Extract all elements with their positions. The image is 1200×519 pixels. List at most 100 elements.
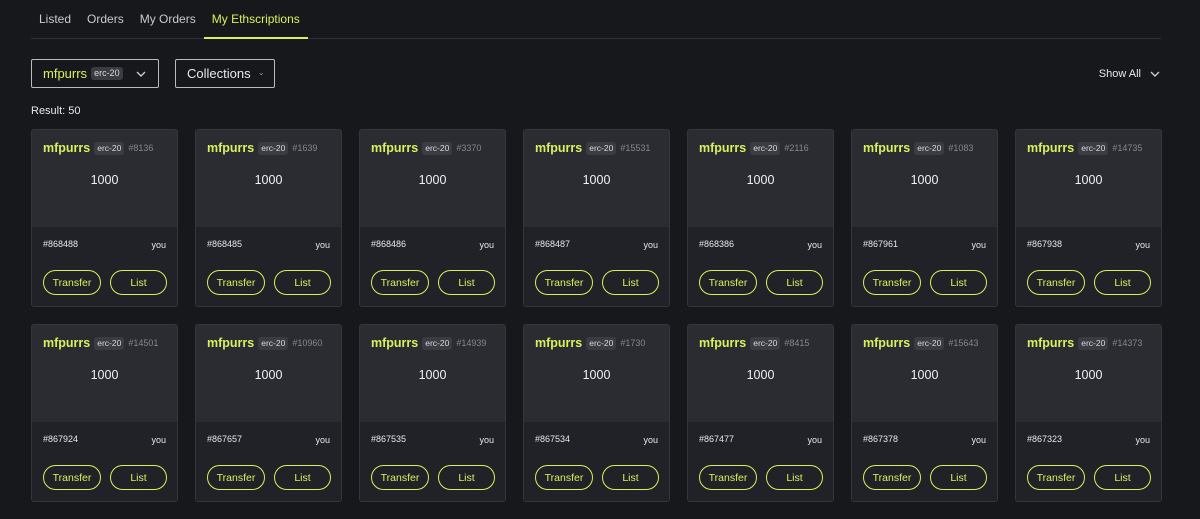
- card-token-id: #15643: [948, 338, 979, 348]
- ethscription-card: mfpurrs erc-20 #14373 1000 #867323 you T…: [1015, 324, 1162, 502]
- chevron-down-icon: [136, 71, 146, 77]
- list-button[interactable]: List: [1094, 465, 1151, 490]
- list-button[interactable]: List: [930, 270, 987, 295]
- ethscription-card: mfpurrs erc-20 #14501 1000 #867924 you T…: [31, 324, 178, 502]
- card-preview: mfpurrs erc-20 #1083 1000: [852, 130, 997, 227]
- card-standard-chip: erc-20: [422, 141, 453, 155]
- ethscription-card: mfpurrs erc-20 #2116 1000 #868386 you Tr…: [687, 129, 834, 307]
- transfer-button[interactable]: Transfer: [43, 270, 101, 295]
- transfer-button[interactable]: Transfer: [535, 465, 593, 490]
- ethscription-card: mfpurrs erc-20 #3370 1000 #868486 you Tr…: [359, 129, 506, 307]
- card-owner: you: [643, 435, 658, 445]
- card-amount: 1000: [746, 368, 775, 382]
- card-header: mfpurrs erc-20 #10960: [207, 336, 322, 350]
- card-footer: #867938 you Transfer List: [1016, 227, 1161, 306]
- card-header: mfpurrs erc-20 #14735: [1027, 141, 1142, 155]
- card-tick: mfpurrs: [207, 141, 255, 155]
- list-button[interactable]: List: [602, 465, 659, 490]
- list-button[interactable]: List: [766, 465, 823, 490]
- card-preview: mfpurrs erc-20 #14373 1000: [1016, 325, 1161, 422]
- ethscription-card: mfpurrs erc-20 #10960 1000 #867657 you T…: [195, 324, 342, 502]
- tab-my-ethscriptions[interactable]: My Ethscriptions: [203, 0, 308, 39]
- card-token-id: #14735: [1112, 143, 1143, 153]
- filter-bar: mfpurrs erc-20 Collections Show All: [31, 59, 1161, 88]
- collections-dropdown[interactable]: Collections: [175, 59, 275, 88]
- ethscription-card: mfpurrs erc-20 #1730 1000 #867534 you Tr…: [523, 324, 670, 502]
- card-header: mfpurrs erc-20 #2116: [699, 141, 809, 155]
- card-standard-chip: erc-20: [586, 141, 617, 155]
- card-preview: mfpurrs erc-20 #14939 1000: [360, 325, 505, 422]
- transfer-button[interactable]: Transfer: [207, 270, 265, 295]
- card-owner: you: [807, 435, 822, 445]
- transfer-button[interactable]: Transfer: [43, 465, 101, 490]
- list-button[interactable]: List: [110, 465, 167, 490]
- list-button[interactable]: List: [438, 270, 495, 295]
- card-owner: you: [1135, 435, 1150, 445]
- card-inscription-number: #868386: [699, 239, 735, 249]
- list-button[interactable]: List: [1094, 270, 1151, 295]
- transfer-button[interactable]: Transfer: [863, 270, 921, 295]
- card-inscription-number: #867535: [371, 434, 407, 444]
- card-preview: mfpurrs erc-20 #8415 1000: [688, 325, 833, 422]
- card-amount: 1000: [1074, 173, 1103, 187]
- tab-listed[interactable]: Listed: [31, 0, 79, 38]
- tab-bar: Listed Orders My Orders My Ethscriptions: [31, 0, 1161, 39]
- transfer-button[interactable]: Transfer: [863, 465, 921, 490]
- card-standard-chip: erc-20: [258, 141, 289, 155]
- card-header: mfpurrs erc-20 #3370: [371, 141, 481, 155]
- ethscription-card: mfpurrs erc-20 #14939 1000 #867535 you T…: [359, 324, 506, 502]
- card-header: mfpurrs erc-20 #14373: [1027, 336, 1142, 350]
- card-preview: mfpurrs erc-20 #1639 1000: [196, 130, 341, 227]
- list-button[interactable]: List: [110, 270, 167, 295]
- list-button[interactable]: List: [766, 270, 823, 295]
- card-preview: mfpurrs erc-20 #8136 1000: [32, 130, 177, 227]
- card-tick: mfpurrs: [1027, 141, 1075, 155]
- tab-my-orders[interactable]: My Orders: [132, 0, 204, 38]
- list-button[interactable]: List: [274, 465, 331, 490]
- ethscription-card: mfpurrs erc-20 #15643 1000 #867378 you T…: [851, 324, 998, 502]
- card-amount: 1000: [746, 173, 775, 187]
- card-standard-chip: erc-20: [94, 336, 125, 350]
- card-standard-chip: erc-20: [750, 336, 781, 350]
- transfer-button[interactable]: Transfer: [1027, 270, 1085, 295]
- card-token-id: #1639: [292, 143, 318, 153]
- card-standard-chip: erc-20: [750, 141, 781, 155]
- card-standard-chip: erc-20: [1078, 336, 1109, 350]
- card-footer: #867657 you Transfer List: [196, 422, 341, 501]
- card-header: mfpurrs erc-20 #1639: [207, 141, 317, 155]
- card-footer: #867477 you Transfer List: [688, 422, 833, 501]
- transfer-button[interactable]: Transfer: [699, 465, 757, 490]
- tab-orders[interactable]: Orders: [79, 0, 132, 38]
- list-button[interactable]: List: [930, 465, 987, 490]
- transfer-button[interactable]: Transfer: [1027, 465, 1085, 490]
- transfer-button[interactable]: Transfer: [207, 465, 265, 490]
- card-tick: mfpurrs: [207, 336, 255, 350]
- transfer-button[interactable]: Transfer: [371, 270, 429, 295]
- card-token-id: #1083: [948, 143, 974, 153]
- card-footer: #868386 you Transfer List: [688, 227, 833, 306]
- transfer-button[interactable]: Transfer: [535, 270, 593, 295]
- card-amount: 1000: [910, 173, 939, 187]
- card-token-id: #2116: [784, 143, 809, 153]
- list-button[interactable]: List: [274, 270, 331, 295]
- card-standard-chip: erc-20: [422, 336, 453, 350]
- card-owner: you: [807, 240, 822, 250]
- card-tick: mfpurrs: [863, 336, 911, 350]
- transfer-button[interactable]: Transfer: [699, 270, 757, 295]
- card-inscription-number: #867924: [43, 434, 79, 444]
- card-amount: 1000: [90, 173, 119, 187]
- show-all-label: Show All: [1098, 67, 1141, 80]
- card-tick: mfpurrs: [371, 336, 419, 350]
- card-preview: mfpurrs erc-20 #1730 1000: [524, 325, 669, 422]
- list-button[interactable]: List: [438, 465, 495, 490]
- transfer-button[interactable]: Transfer: [371, 465, 429, 490]
- card-header: mfpurrs erc-20 #14939: [371, 336, 486, 350]
- list-button[interactable]: List: [602, 270, 659, 295]
- token-filter-dropdown[interactable]: mfpurrs erc-20: [31, 59, 159, 88]
- card-header: mfpurrs erc-20 #1730: [535, 336, 645, 350]
- card-preview: mfpurrs erc-20 #14501 1000: [32, 325, 177, 422]
- card-inscription-number: #868487: [535, 239, 571, 249]
- show-all-dropdown[interactable]: Show All: [1099, 59, 1161, 88]
- card-inscription-number: #868485: [207, 239, 243, 249]
- token-filter-tick: mfpurrs: [43, 66, 88, 81]
